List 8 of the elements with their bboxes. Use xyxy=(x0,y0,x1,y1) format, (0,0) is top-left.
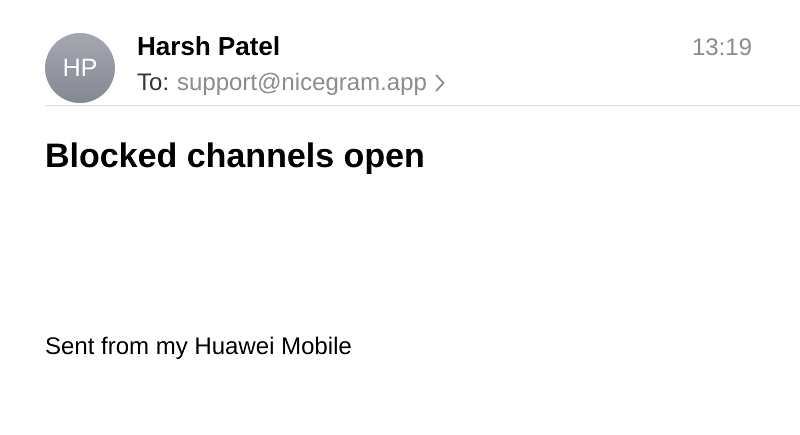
to-label: To: xyxy=(137,68,170,98)
avatar-initials: HP xyxy=(45,33,115,103)
chevron-icon[interactable] xyxy=(434,74,445,92)
recipient-address[interactable]: support@nicegram.app xyxy=(177,68,427,98)
body-text: Sent from my Huawei Mobile xyxy=(44,332,353,362)
subject-title: Blocked channels open xyxy=(44,136,426,177)
time-label: 13:19 xyxy=(692,33,752,63)
sender-name: Harsh Patel xyxy=(137,30,282,62)
